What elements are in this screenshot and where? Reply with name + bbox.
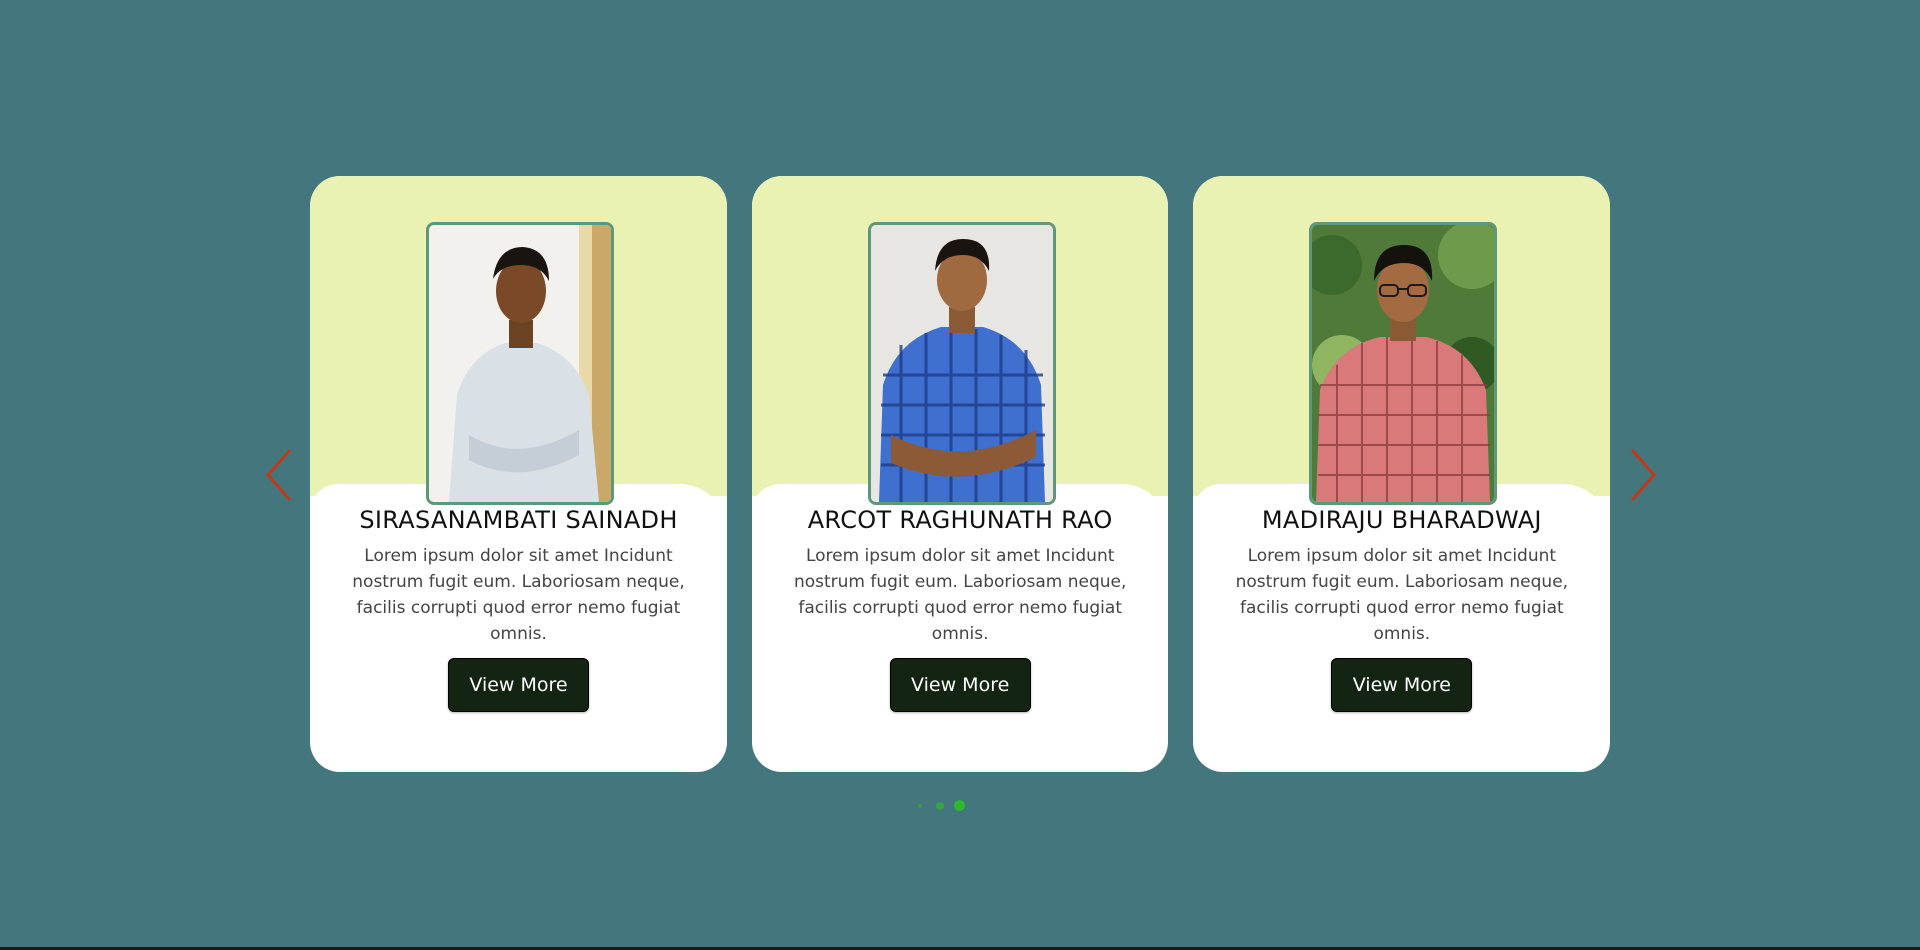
view-more-button[interactable]: View More [889, 658, 1031, 712]
pagination-dot[interactable] [918, 804, 922, 808]
carousel-next-button[interactable] [1626, 446, 1660, 504]
team-card: SIRASANAMBATI SAINADH Lorem ipsum dolor … [310, 176, 727, 772]
team-carousel: SIRASANAMBATI SAINADH Lorem ipsum dolor … [310, 176, 1611, 772]
member-name: ARCOT RAGHUNATH RAO [807, 506, 1113, 534]
carousel-pagination [914, 800, 970, 812]
person-photo [870, 225, 1053, 502]
pagination-dot[interactable] [936, 802, 944, 810]
profile-photo [867, 222, 1056, 505]
member-description: Lorem ipsum dolor sit amet Incidunt nost… [793, 546, 1127, 644]
member-name: MADIRAJU BHARADWAJ [1261, 506, 1542, 534]
member-description: Lorem ipsum dolor sit amet Incidunt nost… [352, 546, 685, 644]
team-card: ARCOT RAGHUNATH RAO Lorem ipsum dolor si… [751, 176, 1169, 772]
team-card: MADIRAJU BHARADWAJ Lorem ipsum dolor sit… [1193, 176, 1611, 772]
team-page: SIRASANAMBATI SAINADH Lorem ipsum dolor … [0, 0, 1920, 950]
profile-photo [1309, 222, 1498, 505]
pagination-dot-active[interactable] [954, 800, 965, 811]
member-name: SIRASANAMBATI SAINADH [359, 506, 678, 534]
view-more-button[interactable]: View More [448, 658, 589, 712]
member-description: Lorem ipsum dolor sit amet Incidunt nost… [1235, 546, 1569, 644]
chevron-left-icon [266, 449, 292, 501]
person-photo [429, 225, 611, 502]
carousel-prev-button[interactable] [262, 446, 296, 504]
chevron-right-icon [1630, 449, 1656, 501]
person-photo [1312, 225, 1495, 502]
view-more-button[interactable]: View More [1331, 658, 1473, 712]
profile-photo [426, 222, 614, 505]
